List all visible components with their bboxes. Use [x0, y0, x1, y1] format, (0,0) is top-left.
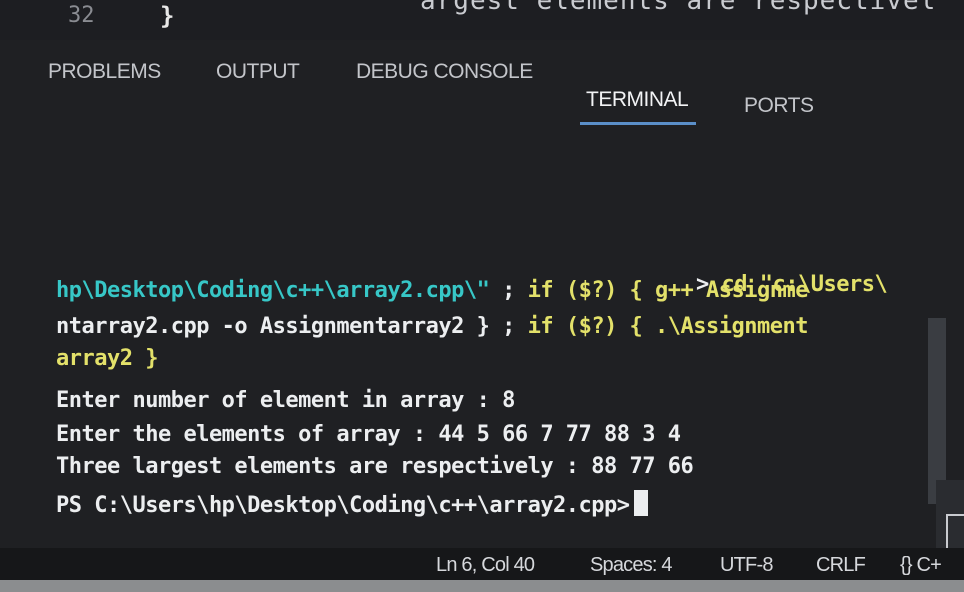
tab-output[interactable]: OUTPUT — [216, 60, 300, 84]
terminal-line-4: Enter number of element in array : 8 — [56, 388, 515, 413]
gpp-command: g++ Assignme — [642, 278, 808, 303]
path-text: hp\Desktop\Coding\c++\array2.cpp\" — [56, 278, 490, 303]
active-tab-indicator — [580, 122, 696, 125]
panel-tabs: PROBLEMS OUTPUT DEBUG CONSOLE TERMINAL P… — [0, 40, 964, 130]
terminal-line-1: hp\Desktop\Coding\c++\array2.cpp\" ; if … — [56, 278, 808, 303]
editor-area: 32 } argest elements are respectivel — [0, 0, 964, 40]
shell-prompt: PS C:\Users\hp\Desktop\Coding\c++\array2… — [56, 493, 630, 518]
args-text: ntarray2.cpp -o Assignmentarray2 } — [56, 314, 490, 339]
run-command: .\Assignment — [642, 314, 808, 339]
separator: ; — [489, 278, 528, 303]
terminal-line-6: Three largest elements are respectively … — [56, 454, 694, 479]
terminal-line-3: array2 } — [56, 346, 158, 371]
tab-problems[interactable]: PROBLEMS — [48, 60, 161, 84]
file-encoding[interactable]: UTF-8 — [720, 554, 773, 577]
tab-terminal[interactable]: TERMINAL — [586, 88, 689, 112]
bottom-edge — [0, 580, 964, 592]
separator: ; — [489, 314, 528, 339]
terminal-output[interactable]: > cd "c:\Users\ hp\Desktop\Coding\c++\ar… — [0, 130, 925, 548]
line-number: 32 — [68, 3, 95, 28]
terminal-prompt-line: PS C:\Users\hp\Desktop\Coding\c++\array2… — [56, 490, 648, 518]
terminal-line-2: ntarray2.cpp -o Assignmentarray2 } ; if … — [56, 314, 808, 339]
bottom-panel: PROBLEMS OUTPUT DEBUG CONSOLE TERMINAL P… — [0, 40, 964, 548]
language-mode[interactable]: {} C+ — [900, 554, 942, 577]
if-keyword: if ($?) { — [527, 314, 643, 339]
line-ending[interactable]: CRLF — [816, 554, 866, 577]
if-keyword: if ($?) { — [527, 278, 643, 303]
indentation-setting[interactable]: Spaces: 4 — [590, 554, 673, 577]
cursor-position[interactable]: Ln 6, Col 40 — [436, 554, 535, 577]
terminal-line-5: Enter the elements of array : 44 5 66 7 … — [56, 422, 681, 447]
tab-ports[interactable]: PORTS — [744, 94, 814, 118]
tab-debug-console[interactable]: DEBUG CONSOLE — [356, 60, 533, 84]
code-fragment: argest elements are respectivel — [420, 0, 937, 16]
code-brace: } — [160, 2, 175, 30]
terminal-cursor — [633, 490, 648, 516]
terminal-scrollbar[interactable] — [928, 318, 946, 504]
